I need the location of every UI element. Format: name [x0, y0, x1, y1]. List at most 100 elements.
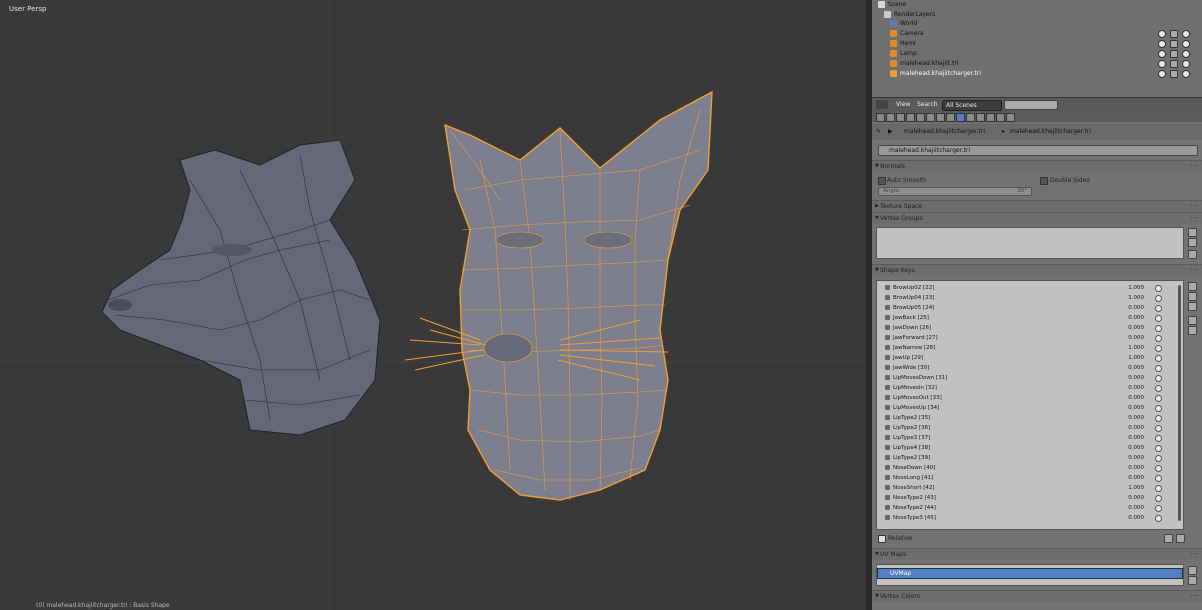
auto-smooth-checkbox[interactable]: [878, 177, 886, 185]
uv-maps-list[interactable]: UVMap: [876, 564, 1184, 586]
layers-tab-icon[interactable]: [886, 113, 895, 122]
constraints-tab-icon[interactable]: [926, 113, 935, 122]
wolf-head-mesh[interactable]: [101, 139, 381, 436]
modifiers-tab-icon[interactable]: [936, 113, 945, 122]
list-item[interactable]: LipMovesDown [31] 0.000: [885, 373, 1170, 383]
vertex-colors-panel-header[interactable]: ▼ Vertex Colors: [872, 590, 1202, 602]
breadcrumb-mesh[interactable]: malehead.khajiitcharger.tri: [1010, 128, 1091, 135]
move-down-button[interactable]: [1188, 326, 1197, 335]
list-item[interactable]: JawBack [25] 0.000: [885, 313, 1170, 323]
world-tab-icon[interactable]: [906, 113, 915, 122]
list-item[interactable]: JawNarrow [28] 1.000: [885, 343, 1170, 353]
mute-checkbox-icon[interactable]: [1155, 355, 1162, 362]
list-item[interactable]: BrowUp05 [24] 0.000: [885, 303, 1170, 313]
list-item[interactable]: JawWide [30] 0.000: [885, 363, 1170, 373]
outliner-item-camera[interactable]: Camera: [890, 29, 1190, 39]
list-item[interactable]: JawUp [29] 1.000: [885, 353, 1170, 363]
mute-checkbox-icon[interactable]: [1155, 455, 1162, 462]
3d-viewport[interactable]: User Persp (0) malehead.khajiitcharger.t…: [0, 0, 866, 610]
select-arrow-icon[interactable]: [1170, 60, 1178, 68]
render-camera-icon[interactable]: [1182, 50, 1190, 58]
list-item[interactable]: NoseType3 [45] 0.000: [885, 513, 1170, 523]
list-item[interactable]: LipMovesUp [34] 0.000: [885, 403, 1170, 413]
mute-checkbox-icon[interactable]: [1155, 435, 1162, 442]
list-item[interactable]: LipType2 [36] 0.000: [885, 423, 1170, 433]
uv-maps-panel-header[interactable]: ▼ UV Maps: [872, 548, 1202, 560]
list-item[interactable]: NoseShort [42] 1.000: [885, 483, 1170, 493]
wrench-tab-icon[interactable]: [1006, 113, 1015, 122]
visibility-eye-icon[interactable]: [1158, 30, 1166, 38]
mute-checkbox-icon[interactable]: [1155, 405, 1162, 412]
breadcrumb-object[interactable]: malehead.khajiitcharger.tri: [904, 128, 985, 135]
mute-checkbox-icon[interactable]: [1155, 305, 1162, 312]
outliner-item-malehead-khajiitcharger[interactable]: malehead.khajiitcharger.tri: [890, 69, 1190, 79]
editor-type-button[interactable]: [876, 100, 888, 109]
list-item[interactable]: NoseLong [41] 0.000: [885, 473, 1170, 483]
list-item[interactable]: LipMovesIn [32] 0.000: [885, 383, 1170, 393]
list-item[interactable]: LipType4 [38] 0.000: [885, 443, 1170, 453]
object-tab-icon[interactable]: [916, 113, 925, 122]
outliner-search-input[interactable]: [1004, 100, 1058, 110]
vertex-group-specials-button[interactable]: [1188, 250, 1197, 259]
add-shape-key-button[interactable]: [1188, 282, 1197, 291]
mute-checkbox-icon[interactable]: [1155, 325, 1162, 332]
mute-checkbox-icon[interactable]: [1155, 385, 1162, 392]
visibility-eye-icon[interactable]: [1158, 60, 1166, 68]
mute-checkbox-icon[interactable]: [1155, 315, 1162, 322]
mute-checkbox-icon[interactable]: [1155, 345, 1162, 352]
add-uv-map-button[interactable]: [1188, 566, 1197, 575]
texture-tab-icon[interactable]: [976, 113, 985, 122]
visibility-eye-icon[interactable]: [1158, 50, 1166, 58]
list-item[interactable]: NoseDown [40] 0.000: [885, 463, 1170, 473]
double-sided-checkbox[interactable]: [1040, 177, 1048, 185]
mesh-data-tab-icon[interactable]: [956, 113, 965, 122]
edit-mode-icon[interactable]: [1176, 534, 1185, 543]
render-camera-icon[interactable]: [1182, 60, 1190, 68]
render-camera-icon[interactable]: [1182, 30, 1190, 38]
vertex-groups-list[interactable]: [876, 227, 1184, 259]
mute-checkbox-icon[interactable]: [1155, 505, 1162, 512]
list-item[interactable]: JawForward [27] 0.000: [885, 333, 1170, 343]
mute-checkbox-icon[interactable]: [1155, 425, 1162, 432]
mute-checkbox-icon[interactable]: [1155, 415, 1162, 422]
relative-checkbox[interactable]: [878, 535, 886, 543]
visibility-eye-icon[interactable]: [1158, 40, 1166, 48]
list-item[interactable]: BrowUp04 [23] 1.000: [885, 293, 1170, 303]
select-arrow-icon[interactable]: [1170, 70, 1178, 78]
scene-tab-icon[interactable]: [896, 113, 905, 122]
render-camera-icon[interactable]: [1182, 40, 1190, 48]
remove-uv-map-button[interactable]: [1188, 576, 1197, 585]
visibility-eye-icon[interactable]: [1158, 70, 1166, 78]
list-item[interactable]: LipMovesOut [33] 0.000: [885, 393, 1170, 403]
search-menu[interactable]: Search: [917, 100, 938, 109]
list-item[interactable]: BrowUp02 [22] 1.000: [885, 283, 1170, 293]
normals-panel-header[interactable]: ▼ Normals: [872, 160, 1202, 172]
cat-head-mesh-selected[interactable]: [404, 90, 713, 501]
remove-shape-key-button[interactable]: [1188, 292, 1197, 301]
render-tab-icon[interactable]: [876, 113, 885, 122]
add-vertex-group-button[interactable]: [1188, 228, 1197, 237]
mute-checkbox-icon[interactable]: [1155, 485, 1162, 492]
outliner-item-hemi[interactable]: Hemi: [890, 39, 1190, 49]
list-item[interactable]: LipType2 [35] 0.000: [885, 413, 1170, 423]
select-arrow-icon[interactable]: [1170, 40, 1178, 48]
list-item[interactable]: NoseType2 [44] 0.000: [885, 503, 1170, 513]
view-menu[interactable]: View: [896, 100, 910, 109]
list-item[interactable]: JawDown [26] 0.000: [885, 323, 1170, 333]
list-item[interactable]: NoseType2 [43] 0.000: [885, 493, 1170, 503]
mute-checkbox-icon[interactable]: [1155, 365, 1162, 372]
mute-checkbox-icon[interactable]: [1155, 285, 1162, 292]
shape-keys-list[interactable]: BrowUp02 [22] 1.000 BrowUp04 [23] 1.000 Br…: [876, 280, 1184, 530]
scene-filter-select[interactable]: All Scenes: [942, 100, 1002, 111]
shape-keys-panel-header[interactable]: ▼ Shape Keys: [872, 264, 1202, 276]
outliner-item-lamp[interactable]: Lamp: [890, 49, 1190, 59]
list-item[interactable]: LipType3 [37] 0.000: [885, 433, 1170, 443]
mesh-name-field[interactable]: malehead.khajiitcharger.tri: [878, 145, 1198, 156]
vertex-groups-panel-header[interactable]: ▼ Vertex Groups: [872, 212, 1202, 224]
list-item[interactable]: LipType2 [39] 0.000: [885, 453, 1170, 463]
mute-checkbox-icon[interactable]: [1155, 295, 1162, 302]
select-arrow-icon[interactable]: [1170, 50, 1178, 58]
texture-space-panel-header[interactable]: ▶ Texture Space: [872, 200, 1202, 212]
outliner-item-scene[interactable]: Scene: [878, 0, 906, 10]
mute-checkbox-icon[interactable]: [1155, 465, 1162, 472]
